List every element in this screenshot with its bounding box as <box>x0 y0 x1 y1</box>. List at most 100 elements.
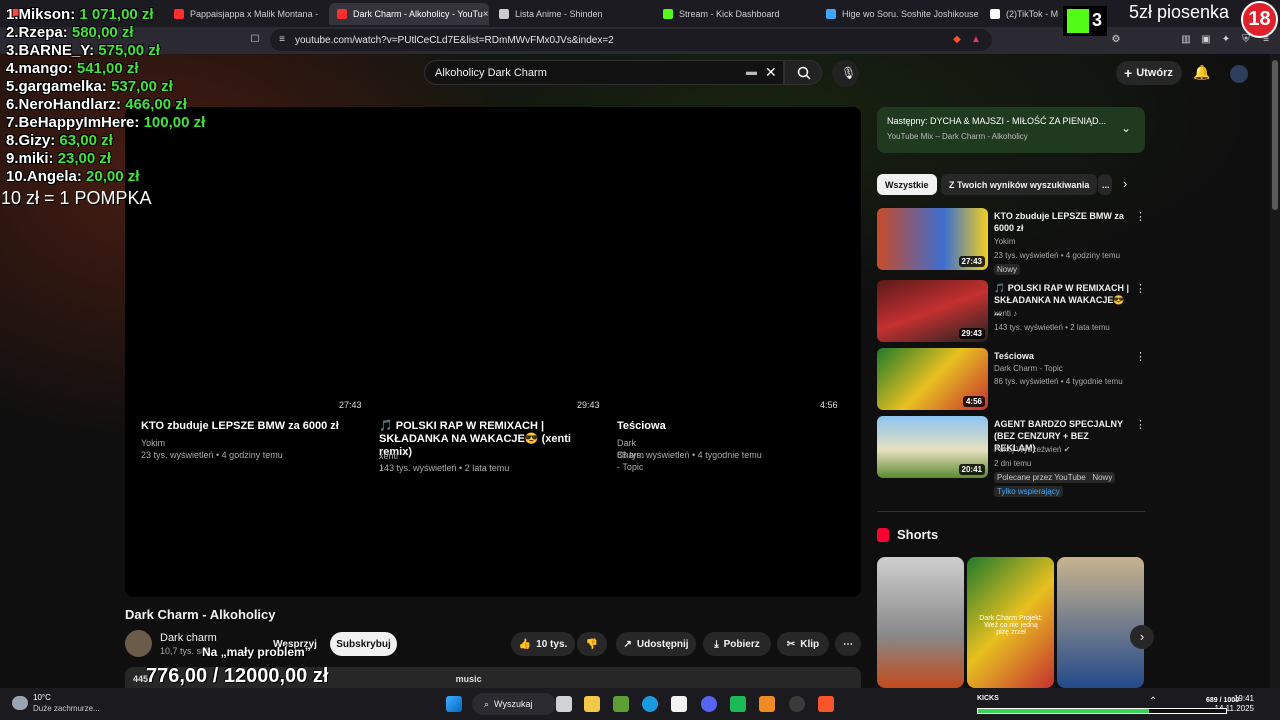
search-button[interactable] <box>784 60 822 85</box>
endcard-duration: 27:43 <box>339 400 362 410</box>
brave-shield-icon[interactable]: ◆ <box>951 34 963 46</box>
video-thumbnail[interactable]: 20:41 <box>877 416 988 478</box>
leo-icon[interactable]: ✦ <box>1220 34 1232 46</box>
tab-4[interactable]: Lista Anime - Shinden <box>491 3 651 25</box>
scrollbar-thumb[interactable] <box>1272 60 1278 210</box>
next-up-title: Następny: DYCHA & MAJSZI - MIŁOŚĆ ZA PIE… <box>887 116 1107 126</box>
chevron-right-icon[interactable]: › <box>1123 176 1127 191</box>
spotify-icon[interactable] <box>730 696 746 712</box>
tab-6[interactable]: Hige wo Soru. Soshite Joshikousei w <box>818 3 978 25</box>
recommended-badge: Polecane przez YouTube Nowy <box>994 472 1116 483</box>
discord-icon[interactable] <box>701 696 717 712</box>
youtube-favicon-icon <box>174 9 184 19</box>
file-explorer-icon[interactable] <box>584 696 600 712</box>
edge-icon[interactable] <box>642 696 658 712</box>
download-label: Pobierz <box>723 638 760 650</box>
donor-name: Gizy: <box>18 132 56 149</box>
video-thumbnail[interactable]: 29:43 <box>877 280 988 342</box>
windows-start-icon[interactable] <box>446 696 462 712</box>
donation-amount: 580,00 zł <box>71 24 134 41</box>
youtube-page: Alkoholicy Dark Charm ▬ ✕ 🎙 + Utwórz 🔔 2… <box>0 54 1280 688</box>
windows-taskbar: 10°C Duże zachmurze... ⌕ Wyszukaj ⌃ 19:4… <box>0 688 1280 720</box>
dislike-button[interactable]: 👎 <box>577 632 607 656</box>
clip-button[interactable]: ✂ Klip <box>777 632 829 656</box>
tab-2[interactable]: Pappaisjappa x Malik Montana - St <box>166 3 320 25</box>
leaderboard-row: 6.NeroHandlarz: 466,00 zł <box>6 96 187 113</box>
video-duration: 20:41 <box>958 464 985 475</box>
short-card[interactable] <box>877 557 964 688</box>
task-view-icon[interactable] <box>556 696 572 712</box>
chip-all[interactable]: Wszystkie <box>877 174 937 195</box>
kicks-label: KICKS <box>977 695 999 702</box>
more-actions-button[interactable]: ⋯ <box>835 632 861 656</box>
taskbar-search[interactable]: ⌕ Wyszukaj <box>472 693 556 715</box>
sidebar-icon[interactable]: ▥ <box>1180 34 1192 46</box>
chip-more[interactable]: ... <box>1098 174 1112 195</box>
wallet-icon[interactable]: ▣ <box>1200 34 1212 46</box>
like-button[interactable]: 👍 10 tys. <box>511 632 575 656</box>
weather-temp[interactable]: 10°C <box>33 693 51 702</box>
tab-label: Lista Anime - Shinden <box>515 9 603 19</box>
clear-search-icon[interactable]: ✕ <box>765 64 777 81</box>
obs-icon[interactable] <box>789 696 805 712</box>
store-icon[interactable] <box>671 696 687 712</box>
tray-chevron-icon[interactable]: ⌃ <box>1149 696 1157 707</box>
brave-browser-icon[interactable] <box>818 696 834 712</box>
more-vertical-icon[interactable]: ⋮ <box>1135 350 1146 363</box>
site-info-icon[interactable]: ≡ <box>276 34 288 46</box>
video-thumbnail[interactable]: 4:56 <box>877 348 988 410</box>
address-bar[interactable]: ≡ youtube.com/watch?v=PUtlCeCLd7E&list=R… <box>270 29 992 51</box>
short-card[interactable]: Dark Charm Projekt: Weź co nie jedną piz… <box>967 557 1054 688</box>
more-vertical-icon[interactable]: ⋮ <box>1135 418 1146 431</box>
download-button[interactable]: ⤓ Pobierz <box>703 632 771 656</box>
donation-amount: 466,00 zł <box>125 96 187 113</box>
notifications-bell-icon[interactable]: 🔔 <box>1193 64 1210 81</box>
search-input[interactable]: Alkoholicy Dark Charm ▬ ✕ <box>424 60 784 85</box>
more-vertical-icon[interactable]: ⋮ <box>1135 210 1146 223</box>
scissors-icon: ✂ <box>786 638 796 650</box>
video-thumbnail[interactable]: 27:43 <box>877 208 988 270</box>
minecraft-icon[interactable] <box>613 696 629 712</box>
recommendation-item[interactable]: 20:41 AGENT BARDZO SPECJALNY (BEZ CENZUR… <box>877 416 1146 500</box>
channel-name[interactable]: Dark charm <box>160 632 217 644</box>
tab-7[interactable]: (2)TikTok - Make <box>982 3 1058 25</box>
ableton-icon[interactable] <box>759 696 775 712</box>
search-value: Alkoholicy Dark Charm <box>435 67 547 79</box>
bookmark-icon[interactable]: ☐ <box>249 34 261 46</box>
short-card[interactable] <box>1057 557 1144 688</box>
voice-search-button[interactable]: 🎙 <box>832 60 859 87</box>
tab-5[interactable]: Stream - Kick Dashboard <box>655 3 815 25</box>
subscribe-button[interactable]: Subskrybuj <box>330 632 397 656</box>
weather-desc[interactable]: Duże zachmurze... <box>33 704 100 713</box>
donation-amount: 575,00 zł <box>98 42 160 59</box>
recommendation-channel: Dark Charm - Topic <box>994 364 1063 373</box>
chevron-down-icon[interactable]: ⌄ <box>1121 121 1131 135</box>
share-button[interactable]: ↗ Udostępnij <box>616 632 696 656</box>
rank: 2. <box>6 24 19 41</box>
recommendation-item[interactable]: 27:43 KTO zbuduje LEPSZE BMW za 6000 zł … <box>877 208 1146 275</box>
page-scrollbar[interactable] <box>1270 54 1280 688</box>
keyboard-icon[interactable]: ▬ <box>746 66 757 78</box>
rewards-icon[interactable]: ▲ <box>970 34 982 46</box>
recommendation-item[interactable]: 29:43 🎵 POLSKI RAP W REMIXACH | SKŁADANK… <box>877 280 1146 344</box>
chip-from-search[interactable]: Z Twoich wyników wyszukiwania <box>941 174 1098 195</box>
account-avatar[interactable] <box>1230 65 1248 83</box>
recommendation-item[interactable]: 4:56 Teściowa Dark Charm - Topic 86 tys.… <box>877 348 1146 412</box>
donor-name: gargamelka: <box>18 78 107 95</box>
clip-label: Klip <box>800 638 820 650</box>
recommendation-title: KTO zbuduje LEPSZE BMW za 6000 zł <box>994 211 1124 233</box>
extensions-icon[interactable]: ⚙ <box>1110 34 1122 46</box>
channel-avatar[interactable] <box>125 630 152 657</box>
create-button[interactable]: + Utwórz <box>1116 61 1182 85</box>
weather-icon[interactable] <box>12 696 28 710</box>
shorts-next-button[interactable]: › <box>1130 625 1154 649</box>
thumbs-down-icon: 👎 <box>585 638 599 650</box>
next-up-panel[interactable]: Następny: DYCHA & MAJSZI - MIŁOŚĆ ZA PIE… <box>877 107 1145 153</box>
tab-3-active[interactable]: Dark Charm - Alkoholicy - YouTu × <box>329 3 489 25</box>
more-vertical-icon[interactable]: ⋮ <box>1135 282 1146 295</box>
close-icon[interactable]: × <box>483 9 489 20</box>
recommendation-meta: 2 dni temu <box>994 459 1032 468</box>
shorts-title: Shorts <box>897 527 939 542</box>
video-player[interactable]: 27:43 KTO zbuduje LEPSZE BMW za 6000 zł … <box>125 107 861 597</box>
kicks-progress-bar <box>977 708 1227 714</box>
